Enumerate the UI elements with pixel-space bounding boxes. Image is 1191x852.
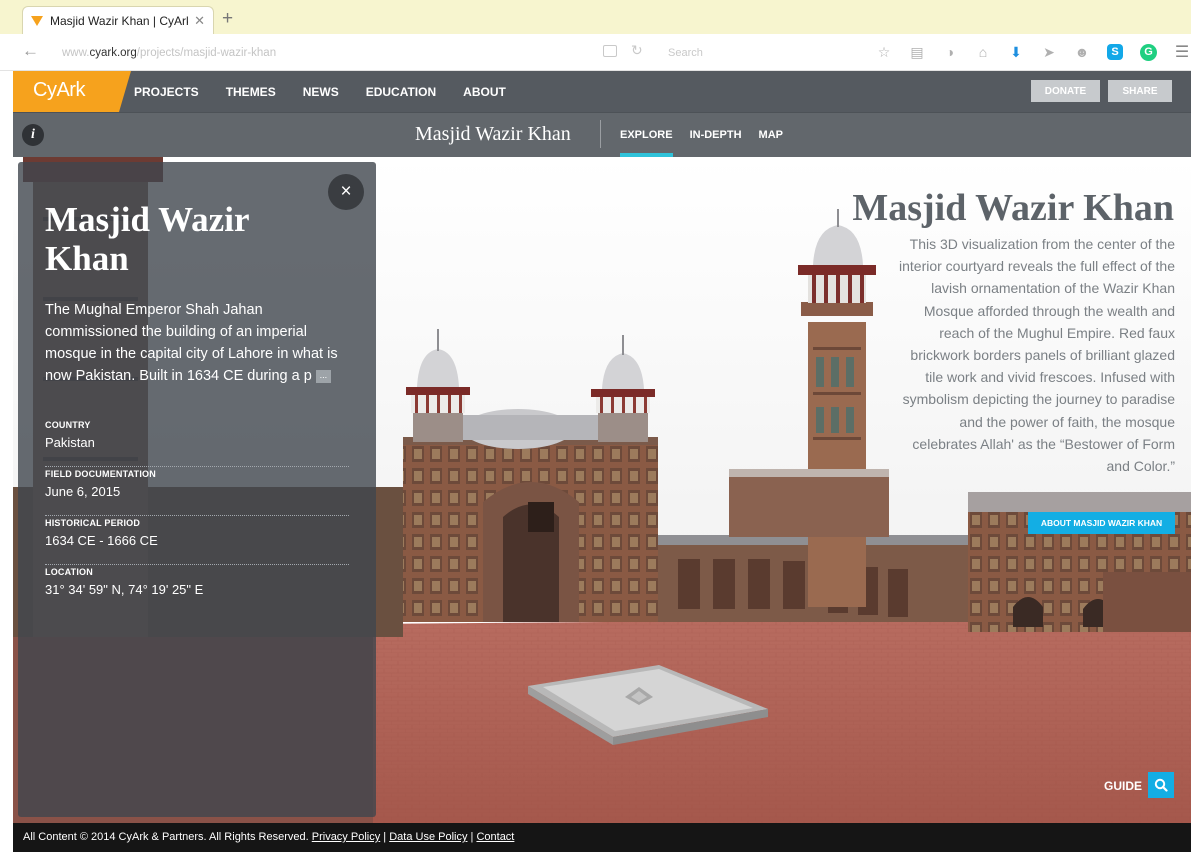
url-bar[interactable]: www.cyark.org/projects/masjid-wazir-khan — [52, 41, 592, 65]
tab-close-icon[interactable]: ✕ — [194, 13, 205, 29]
url-host: cyark.org — [89, 47, 137, 59]
pocket-icon[interactable]: ◑ — [939, 41, 961, 63]
fact-value: 31° 34' 59" N, 74° 19' 25" E — [45, 582, 204, 597]
send-icon[interactable]: ➤ — [1038, 41, 1060, 63]
download-icon[interactable]: ⬇ — [1005, 41, 1027, 63]
nav-themes[interactable]: THEMES — [226, 85, 276, 99]
fact-historical-period: HISTORICAL PERIOD 1634 CE - 1666 CE — [45, 516, 349, 565]
read-more-button[interactable]: ... — [315, 369, 331, 383]
project-tabs: EXPLORE IN-DEPTH MAP — [620, 113, 800, 157]
contact-link[interactable]: Contact — [476, 831, 514, 843]
project-title: Masjid Wazir Khan — [415, 123, 571, 145]
nav-education[interactable]: EDUCATION — [366, 85, 436, 99]
footer-separator: | — [470, 831, 474, 843]
cyark-favicon-icon — [31, 15, 43, 26]
browser-tab[interactable]: Masjid Wazir Khan | CyArk ✕ — [22, 6, 214, 34]
nav-about[interactable]: ABOUT — [463, 85, 506, 99]
grammarly-icon[interactable]: G — [1140, 43, 1157, 61]
fact-label: LOCATION — [45, 567, 93, 577]
reload-icon[interactable]: ↻ — [631, 42, 643, 59]
panel-title: Masjid Wazir Khan — [45, 200, 249, 278]
guide-label[interactable]: GUIDE — [1104, 779, 1142, 793]
fact-value: 1634 CE - 1666 CE — [45, 533, 158, 548]
fact-label: HISTORICAL PERIOD — [45, 518, 141, 528]
browser-nav-bar: ← www.cyark.org/projects/masjid-wazir-kh… — [0, 34, 1191, 71]
star-icon[interactable]: ☆ — [873, 41, 895, 63]
new-tab-button[interactable]: + — [222, 8, 233, 30]
hamburger-menu-icon[interactable]: ☰ — [1171, 41, 1191, 63]
tab-title: Masjid Wazir Khan | CyArk — [50, 13, 189, 28]
fact-value: Pakistan — [45, 435, 95, 450]
search-placeholder: Search — [668, 47, 703, 59]
search-icon — [1154, 778, 1168, 792]
footer-separator: | — [383, 831, 387, 843]
project-facts: COUNTRY Pakistan FIELD DOCUMENTATION Jun… — [45, 418, 349, 614]
browser-tab-bar: Masjid Wazir Khan | CyArk ✕ + — [0, 0, 1191, 34]
tab-map[interactable]: MAP — [759, 113, 783, 157]
tab-in-depth[interactable]: IN-DEPTH — [690, 113, 742, 157]
hero-title: Masjid Wazir Khan — [852, 187, 1174, 229]
project-subheader: i Masjid Wazir Khan EXPLORE IN-DEPTH MAP — [13, 112, 1191, 157]
nav-projects[interactable]: PROJECTS — [134, 85, 199, 99]
nav-news[interactable]: NEWS — [303, 85, 339, 99]
toolbar-icons: ☆ ▤ ◑ ⌂ ⬇ ➤ ☻ S G ☰ — [873, 41, 1191, 63]
info-icon[interactable]: i — [22, 124, 44, 146]
skype-icon[interactable]: S — [1107, 44, 1123, 60]
tab-explore[interactable]: EXPLORE — [620, 113, 673, 157]
reader-view-icon[interactable] — [603, 45, 617, 57]
cyark-logo[interactable]: CyArk — [13, 71, 131, 112]
divider — [600, 120, 601, 148]
privacy-policy-link[interactable]: Privacy Policy — [312, 831, 380, 843]
hero-description: This 3D visualization from the center of… — [899, 236, 1175, 475]
panel-description: The Mughal Emperor Shah Jahan commission… — [45, 299, 353, 387]
guide-button[interactable] — [1148, 772, 1174, 798]
site-footer: All Content © 2014 CyArk & Partners. All… — [13, 823, 1191, 852]
fact-label: FIELD DOCUMENTATION — [45, 469, 156, 479]
share-button[interactable]: SHARE — [1108, 80, 1172, 102]
fact-field-documentation: FIELD DOCUMENTATION June 6, 2015 — [45, 467, 349, 516]
url-prefix: www. — [62, 47, 90, 59]
site-header: CyArk PROJECTS THEMES NEWS EDUCATION ABO… — [13, 71, 1191, 112]
smiley-icon[interactable]: ☻ — [1071, 41, 1093, 63]
fact-value: June 6, 2015 — [45, 484, 121, 499]
panel-description-text: The Mughal Emperor Shah Jahan commission… — [45, 302, 338, 384]
donate-button[interactable]: DONATE — [1031, 80, 1100, 102]
copyright-text: All Content © 2014 CyArk & Partners. All… — [23, 831, 309, 843]
main-nav: PROJECTS THEMES NEWS EDUCATION ABOUT — [134, 71, 533, 112]
fact-location: LOCATION 31° 34' 59" N, 74° 19' 25" E — [45, 565, 349, 614]
back-arrow-icon[interactable]: ← — [22, 41, 39, 61]
fact-country: COUNTRY Pakistan — [45, 418, 349, 467]
home-icon[interactable]: ⌂ — [972, 41, 994, 63]
about-project-button[interactable]: ABOUT MASJID WAZIR KHAN — [1028, 512, 1175, 534]
project-info-panel: × Masjid Wazir Khan The Mughal Emperor S… — [18, 162, 376, 817]
clipboard-icon[interactable]: ▤ — [906, 41, 928, 63]
url-path: /projects/masjid-wazir-khan — [136, 47, 277, 59]
data-use-policy-link[interactable]: Data Use Policy — [389, 831, 467, 843]
search-input[interactable]: Search — [660, 41, 840, 65]
fact-label: COUNTRY — [45, 420, 91, 430]
close-icon[interactable]: × — [328, 174, 364, 210]
